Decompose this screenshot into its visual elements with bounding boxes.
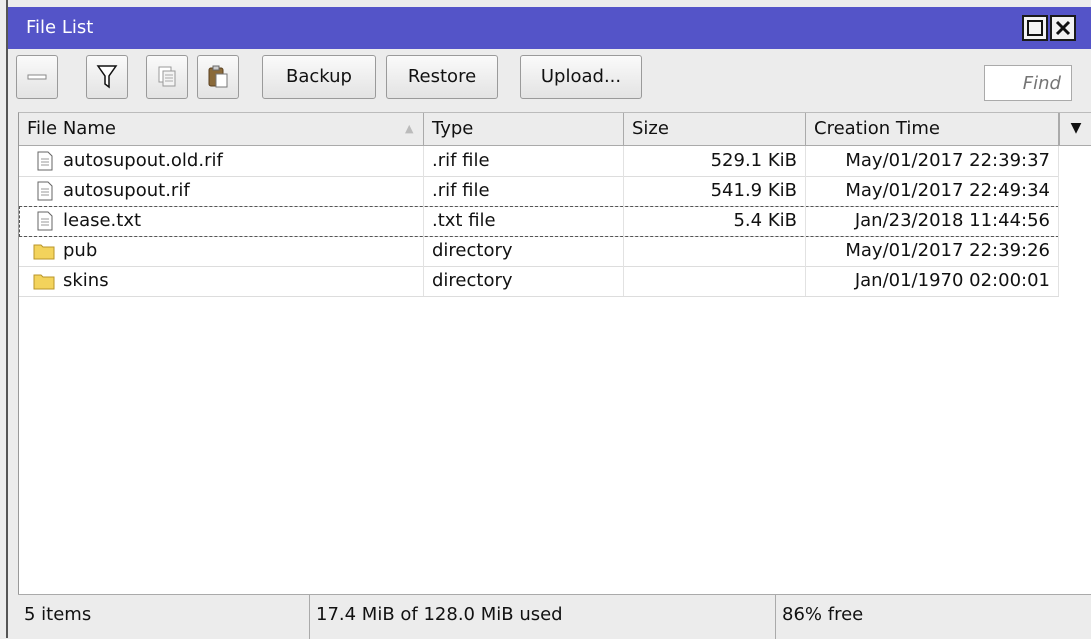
storage-free: 86% free	[782, 604, 864, 625]
storage-used: 17.4 MiB of 128.0 MiB used	[310, 595, 776, 639]
table-row[interactable]: pub directory May/01/2017 22:39:26	[19, 236, 1059, 267]
minus-icon	[27, 74, 47, 80]
column-menu-button[interactable]: ▼	[1059, 113, 1091, 145]
size-cell: 529.1 KiB	[624, 146, 806, 176]
restore-button[interactable]: Restore	[386, 55, 498, 99]
paste-icon	[208, 65, 228, 88]
copy-button[interactable]	[146, 55, 188, 99]
size-cell: 5.4 KiB	[624, 206, 806, 236]
file-name-cell: autosupout.rif	[19, 176, 424, 206]
type-cell: .rif file	[424, 146, 624, 176]
window-title: File List	[26, 17, 94, 38]
column-header-size[interactable]: Size	[624, 113, 806, 145]
type-cell: .rif file	[424, 176, 624, 206]
close-button[interactable]	[1050, 15, 1076, 41]
file-name-cell: lease.txt	[19, 206, 424, 236]
size-cell: 541.9 KiB	[624, 176, 806, 206]
column-header-label: Size	[632, 118, 669, 139]
size-cell	[624, 266, 806, 296]
item-count: 5 items	[18, 595, 310, 639]
file-name-cell: skins	[19, 266, 424, 296]
type-cell: directory	[424, 236, 624, 266]
sort-ascending-icon: ▲	[405, 122, 414, 135]
maximize-icon	[1027, 20, 1043, 36]
table-row[interactable]: lease.txt .txt file 5.4 KiB Jan/23/2018 …	[19, 206, 1059, 237]
type-cell: directory	[424, 266, 624, 296]
backup-button[interactable]: Backup	[262, 55, 376, 99]
creation-time-cell: May/01/2017 22:39:26	[806, 236, 1059, 266]
creation-time-cell: Jan/23/2018 11:44:56	[806, 206, 1059, 236]
copy-icon	[158, 66, 176, 87]
title-bar[interactable]: File List	[8, 7, 1091, 49]
creation-time-cell: May/01/2017 22:39:37	[806, 146, 1059, 176]
toolbar: Backup Restore Upload...	[8, 49, 1091, 111]
filter-button[interactable]	[86, 55, 128, 99]
creation-time-cell: Jan/01/1970 02:00:01	[806, 266, 1059, 296]
column-header-creation-time[interactable]: Creation Time	[806, 113, 1059, 145]
size-cell	[624, 236, 806, 266]
paste-button[interactable]	[197, 55, 239, 99]
chevron-down-icon: ▼	[1070, 120, 1082, 136]
table-header: File Name ▲ Type Size Creation Time ▼	[19, 113, 1091, 146]
status-bar: 5 items 17.4 MiB of 128.0 MiB used 86% f…	[18, 594, 1091, 639]
column-header-label: Creation Time	[814, 118, 940, 139]
column-header-file-name[interactable]: File Name	[19, 113, 424, 145]
column-header-label: File Name	[27, 118, 116, 139]
column-header-type[interactable]: Type	[424, 113, 624, 145]
window-left-border	[0, 0, 8, 638]
remove-button[interactable]	[16, 55, 58, 99]
maximize-button[interactable]	[1022, 15, 1048, 41]
funnel-icon	[96, 65, 118, 89]
column-header-label: Type	[432, 118, 474, 139]
upload-button[interactable]: Upload...	[520, 55, 642, 99]
file-name-cell: autosupout.old.rif	[19, 146, 424, 176]
find-input[interactable]	[984, 65, 1072, 101]
table-row[interactable]: autosupout.rif .rif file 541.9 KiB May/0…	[19, 176, 1059, 207]
creation-time-cell: May/01/2017 22:49:34	[806, 176, 1059, 206]
table-row[interactable]: autosupout.old.rif .rif file 529.1 KiB M…	[19, 146, 1059, 177]
file-table: File Name ▲ Type Size Creation Time ▼ au…	[18, 112, 1091, 595]
type-cell: .txt file	[424, 206, 624, 236]
close-icon	[1055, 20, 1071, 36]
table-row[interactable]: skins directory Jan/01/1970 02:00:01	[19, 266, 1059, 297]
file-list-window: File List Backup Restore Upload... File …	[0, 0, 1091, 639]
file-name-cell: pub	[19, 236, 424, 266]
